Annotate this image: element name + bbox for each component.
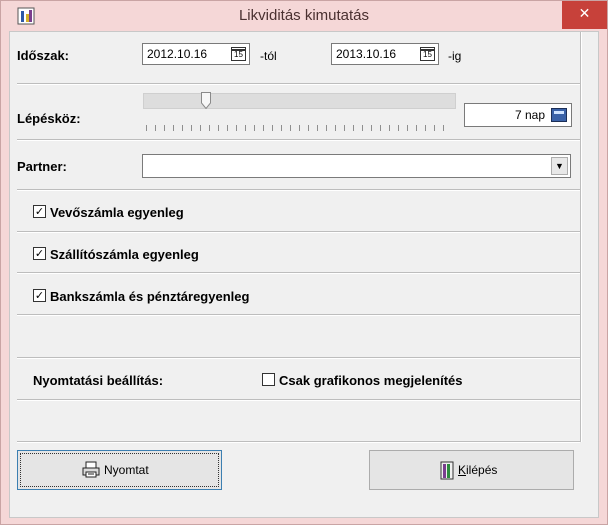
separator — [17, 357, 580, 359]
checkbox-graph-only-label[interactable]: Csak grafikonos megjelenítés — [279, 373, 463, 388]
calendar-icon[interactable]: 15 — [420, 47, 435, 61]
separator — [17, 139, 580, 141]
window-title: Likviditás kimutatás — [238, 7, 370, 24]
slider-thumb[interactable] — [201, 92, 211, 109]
calculator-icon[interactable] — [551, 108, 567, 122]
print-button-label: Nyomtat — [104, 463, 149, 477]
checkbox-bank-label[interactable]: Bankszámla és pénztáregyenleg — [50, 289, 249, 304]
printer-icon — [82, 461, 100, 478]
exit-button[interactable]: Kilépés — [369, 450, 574, 490]
checkbox-szallito-label[interactable]: Szállítószámla egyenleg — [50, 247, 199, 262]
partner-select[interactable]: ▼ — [142, 154, 571, 178]
to-date-field[interactable]: 2013.10.16 15 — [331, 43, 439, 65]
calendar-icon[interactable]: 15 — [231, 47, 246, 61]
separator — [17, 314, 580, 316]
checkbox-bank[interactable]: ✓ — [33, 289, 46, 302]
separator — [17, 399, 580, 401]
from-date-value: 2012.10.16 — [147, 47, 208, 61]
separator — [17, 231, 580, 233]
slider-ticks — [146, 125, 452, 131]
step-value-field[interactable]: 7 nap — [464, 103, 572, 127]
step-slider[interactable] — [143, 93, 456, 109]
step-label: Lépésköz: — [17, 111, 81, 126]
exit-label-rest: ilépés — [466, 463, 498, 477]
from-date-field[interactable]: 2012.10.16 15 — [142, 43, 250, 65]
dialog-body: Időszak: 2012.10.16 15 -tól 2013.10.16 1… — [9, 31, 599, 518]
print-settings-label: Nyomtatási beállítás: — [33, 373, 164, 388]
separator — [17, 272, 580, 274]
separator — [17, 441, 580, 443]
vertical-separator — [580, 32, 582, 442]
print-button[interactable]: Nyomtat — [17, 450, 222, 490]
period-label: Időszak: — [17, 48, 70, 63]
chevron-down-icon[interactable]: ▼ — [551, 157, 568, 175]
exit-accel-key: K — [458, 463, 467, 477]
checkbox-vevo-label[interactable]: Vevőszámla egyenleg — [50, 205, 184, 220]
door-exit-icon — [440, 461, 454, 480]
step-value: 7 nap — [514, 108, 545, 122]
checkbox-vevo[interactable]: ✓ — [33, 205, 46, 218]
close-button[interactable]: ✕ — [562, 1, 607, 29]
to-suffix: -ig — [448, 49, 462, 63]
exit-button-label: Kilépés — [458, 463, 497, 477]
from-suffix: -tól — [260, 49, 277, 63]
close-icon: ✕ — [578, 6, 591, 22]
title-bar[interactable]: Likviditás kimutatás ✕ — [1, 1, 607, 31]
partner-label: Partner: — [17, 159, 67, 174]
checkbox-szallito[interactable]: ✓ — [33, 247, 46, 260]
separator — [17, 189, 580, 191]
to-date-value: 2013.10.16 — [336, 47, 397, 61]
app-window: Likviditás kimutatás ✕ Időszak: 2012.10.… — [0, 0, 608, 525]
checkbox-graph-only[interactable] — [262, 373, 275, 386]
separator — [17, 83, 580, 85]
